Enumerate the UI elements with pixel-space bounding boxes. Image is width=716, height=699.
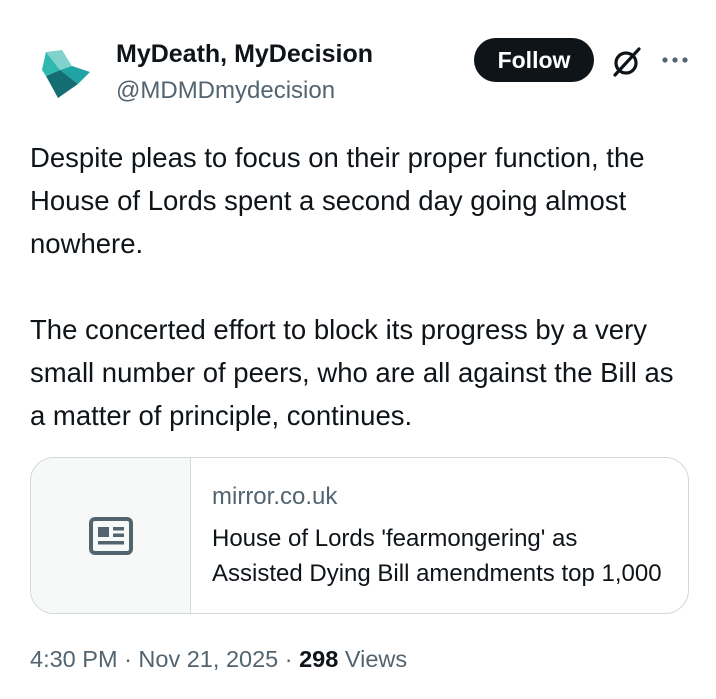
- tweet-date[interactable]: Nov 21, 2025: [138, 646, 278, 672]
- tweet-text: Despite pleas to focus on their proper f…: [30, 136, 690, 437]
- card-thumbnail: [31, 458, 191, 613]
- meta-separator: ·: [124, 646, 132, 672]
- tweet-meta: 4:30 PM · Nov 21, 2025 · 298 Views: [30, 646, 407, 673]
- card-title: House of Lords 'fearmongering' as Assist…: [212, 525, 662, 587]
- author-display-name[interactable]: MyDeath, MyDecision: [116, 40, 373, 69]
- views-count: 298: [299, 646, 339, 672]
- tweet-header: MyDeath, MyDecision @MDMDmydecision Foll…: [0, 0, 716, 120]
- author-handle[interactable]: @MDMDmydecision: [116, 77, 335, 105]
- tweet-paragraph: Despite pleas to focus on their proper f…: [30, 142, 645, 259]
- avatar[interactable]: [38, 46, 94, 102]
- card-domain: mirror.co.uk: [212, 483, 338, 510]
- article-icon: [88, 516, 133, 555]
- card-body: mirror.co.uk House of Lords 'fearmongeri…: [212, 480, 668, 591]
- meta-separator: ·: [284, 646, 293, 672]
- mdmd-logo-icon: [42, 50, 90, 98]
- tweet-paragraph: The concerted effort to block its progre…: [30, 314, 674, 431]
- link-preview-card[interactable]: mirror.co.uk House of Lords 'fearmongeri…: [30, 457, 689, 614]
- tweet-time[interactable]: 4:30 PM: [30, 646, 118, 672]
- follow-button[interactable]: Follow: [474, 38, 594, 82]
- views-label: Views: [344, 646, 408, 672]
- more-options-icon[interactable]: [660, 52, 690, 68]
- grok-icon[interactable]: [610, 45, 644, 79]
